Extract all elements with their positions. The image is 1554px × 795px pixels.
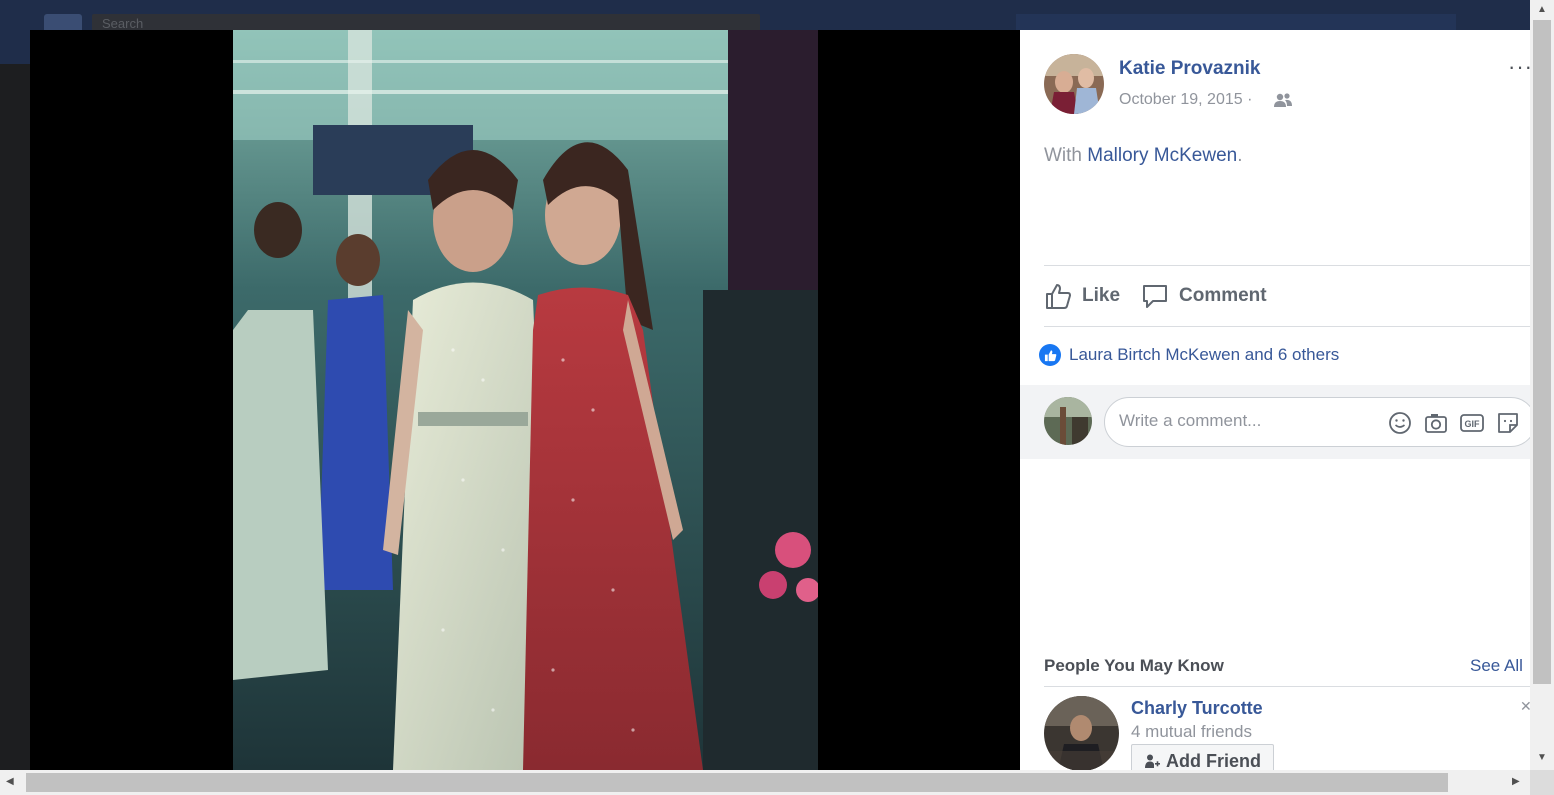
suggested-person-name[interactable]: Charly Turcotte bbox=[1131, 698, 1263, 719]
more-options-button[interactable]: ··· bbox=[1508, 56, 1530, 78]
with-prefix: With bbox=[1044, 145, 1082, 166]
see-all-link[interactable]: See All bbox=[1470, 656, 1523, 676]
post-date[interactable]: October 19, 2015 · bbox=[1119, 91, 1252, 109]
camera-icon[interactable] bbox=[1423, 410, 1449, 436]
like-label: Like bbox=[1082, 285, 1121, 306]
reactions-summary[interactable]: Laura Birtch McKewen and 6 others bbox=[1039, 344, 1339, 366]
like-button[interactable]: Like bbox=[1044, 280, 1120, 312]
add-friend-button[interactable]: Add Friend bbox=[1131, 744, 1274, 770]
background-search-placeholder: Search bbox=[102, 16, 144, 31]
gif-icon[interactable]: GIF bbox=[1459, 410, 1485, 436]
divider bbox=[1044, 326, 1530, 327]
scrollbar-corner bbox=[1530, 770, 1554, 795]
suggested-person-avatar[interactable] bbox=[1044, 696, 1119, 770]
speech-bubble-icon bbox=[1143, 285, 1167, 308]
reactions-text[interactable]: Laura Birtch McKewen and 6 others bbox=[1069, 345, 1339, 365]
svg-text:GIF: GIF bbox=[1465, 419, 1481, 429]
emoji-icon[interactable] bbox=[1387, 410, 1413, 436]
comment-button[interactable]: Comment bbox=[1141, 280, 1267, 312]
author-avatar[interactable] bbox=[1044, 54, 1104, 114]
sticker-icon[interactable] bbox=[1495, 410, 1521, 436]
add-friend-label: Add Friend bbox=[1166, 750, 1261, 771]
comment-input[interactable] bbox=[1119, 411, 1379, 431]
dismiss-suggestion-icon[interactable]: ✕ bbox=[1520, 698, 1530, 715]
thumbs-up-icon bbox=[1046, 284, 1071, 309]
two-women-in-gowns-photo bbox=[233, 30, 818, 770]
scroll-down-arrow-icon[interactable]: ▼ bbox=[1537, 752, 1547, 763]
comment-composer: GIF bbox=[1020, 385, 1530, 459]
vertical-scroll-thumb[interactable] bbox=[1533, 20, 1551, 684]
comment-label: Comment bbox=[1179, 285, 1267, 306]
mutual-friends-count[interactable]: 4 mutual friends bbox=[1131, 722, 1252, 742]
like-reaction-icon bbox=[1039, 344, 1061, 366]
with-suffix: . bbox=[1237, 145, 1243, 166]
divider bbox=[1044, 265, 1530, 266]
author-name[interactable]: Katie Provaznik bbox=[1119, 58, 1261, 80]
add-friend-icon bbox=[1145, 754, 1160, 768]
current-user-avatar[interactable] bbox=[1044, 397, 1092, 445]
friends-icon[interactable] bbox=[1273, 92, 1293, 108]
scroll-left-arrow-icon[interactable]: ◀ bbox=[6, 776, 14, 787]
scroll-right-arrow-icon[interactable]: ▶ bbox=[1512, 776, 1520, 787]
vertical-scrollbar[interactable]: ▲ ▼ bbox=[1530, 0, 1554, 770]
tagged-person-link[interactable]: Mallory McKewen bbox=[1087, 145, 1237, 166]
scroll-up-arrow-icon[interactable]: ▲ bbox=[1537, 4, 1547, 15]
divider bbox=[1044, 686, 1530, 687]
comment-box[interactable]: GIF bbox=[1104, 397, 1530, 447]
horizontal-scroll-thumb[interactable] bbox=[26, 773, 1448, 792]
post-photo[interactable] bbox=[233, 30, 818, 770]
photo-theater[interactable] bbox=[30, 30, 1020, 770]
horizontal-scrollbar[interactable]: ◀ ▶ bbox=[0, 770, 1530, 795]
post-side-panel: Katie Provaznik October 19, 2015 · ··· W… bbox=[1020, 30, 1530, 770]
tagged-with-line: With Mallory McKewen. bbox=[1044, 145, 1243, 167]
people-you-may-know-title: People You May Know bbox=[1044, 656, 1224, 675]
